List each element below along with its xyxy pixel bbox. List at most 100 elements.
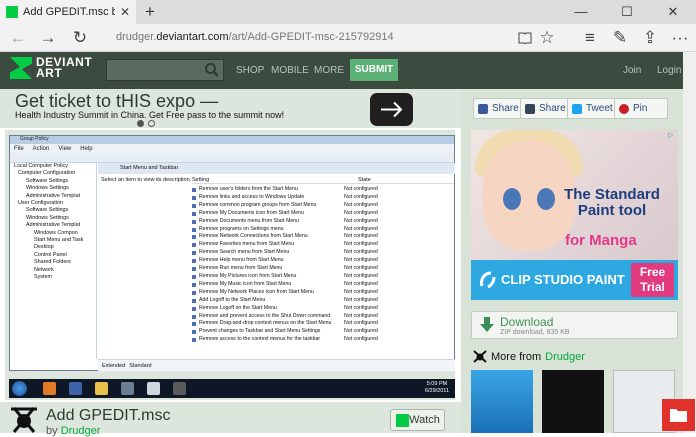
promo-next-button[interactable] [370,93,413,126]
nav-more[interactable]: MORE [314,65,344,76]
floating-action-button[interactable] [662,399,695,431]
search-input[interactable] [106,59,224,81]
hub-icon[interactable]: ≡ [576,24,604,52]
gp-setting-name: Remove Drag-and-drop context menus on th… [192,320,344,328]
pinterest-share-label: Pin [633,103,648,114]
gp-toolbar [10,153,454,163]
url-field[interactable]: drudger.deviantart.com/art/Add-GPEDIT-ms… [116,31,394,43]
deviation-title: Add GPEDIT.msc [46,407,171,424]
author-avatar[interactable] [8,406,40,435]
pinterest-share-button[interactable]: Pin [614,98,668,119]
search-icon[interactable] [204,62,220,78]
join-link[interactable]: Join [623,65,641,76]
more-from-header: More from Drudger [473,350,585,363]
gp-setting-row: Remove user's folders from the Start Men… [192,186,454,194]
related-thumbnail[interactable] [542,370,604,433]
folder-icon [670,409,687,422]
gp-setting-row: Remove My Pictures icon from Start Menu N… [192,273,454,281]
refresh-icon[interactable]: ↻ [66,24,94,52]
gp-setting-state: Not configured [344,304,378,311]
gp-column-headers: Setting State [192,177,454,184]
twitter-icon [572,103,582,114]
carousel-dot-active[interactable] [137,120,144,127]
page-scrollbar[interactable] [683,52,696,433]
related-thumbnail[interactable] [471,370,533,433]
gp-setting-name: Remove access to the context menus for t… [192,336,344,344]
more-from-author[interactable]: Drudger [545,351,585,363]
author-mini-avatar-icon [473,350,487,363]
tumblr-share-button[interactable]: Share [520,98,574,119]
download-button[interactable]: Download ZIP download, 835 KB [471,311,678,339]
gp-menu-view: View [58,145,72,152]
ad-choices-icon[interactable]: ▷ [668,132,676,140]
ie-icon [69,382,82,395]
ad-free-trial-badge: Free Trial [631,263,674,297]
gp-settings-list: Remove user's folders from the Start Men… [192,186,454,344]
gp-menu-action: Action [32,145,50,152]
gp-setting-row: Remove programs on Settings menu Not conf… [192,226,454,234]
carousel-dots [137,120,155,127]
gp-tree-item: Windows Compon [34,229,78,236]
gp-setting-row: Remove common program groups from Start … [192,202,454,210]
app-icon [173,382,186,395]
browser-tab[interactable]: Add GPEDIT.msc by Dru ✕ [0,0,136,24]
forward-arrow-icon[interactable]: → [34,24,62,52]
deviantart-logo-icon [10,57,32,79]
facebook-share-button[interactable]: Share [473,98,527,119]
close-window-button[interactable]: ✕ [650,0,696,24]
share-icon[interactable]: ⇪ [636,24,664,52]
deviation-title-bar: Add GPEDIT.msc by Drudger Watch [0,402,461,437]
gp-setting-state: Not configured [344,241,378,248]
promo-title: Get ticket to tHIS expo — [15,91,219,111]
carousel-dot[interactable] [148,120,155,127]
watch-button[interactable]: Watch [390,409,445,431]
login-link[interactable]: Login [657,65,681,76]
more-menu-icon[interactable]: ··· [666,24,694,52]
tab-title: Add GPEDIT.msc by Dru [23,6,115,18]
gp-setting-state: Not configured [344,201,378,208]
gp-setting-state: Not configured [344,186,378,192]
ad-brand-bar: CLIP STUDIO PAINT Free Trial [471,260,678,300]
gp-details-pane: Start Menu and Taskbar Select an item to… [98,163,455,359]
web-note-icon[interactable]: ✎ [606,24,634,52]
ad-trial: Trial [640,280,665,294]
gp-setting-name: Remove My Pictures icon from Start Menu [192,273,344,281]
gp-setting-state: Not configured [344,320,378,327]
firefox-icon [43,382,56,395]
author-link[interactable]: Drudger [61,425,101,437]
gp-setting-name: Remove common program groups from Start … [192,202,344,210]
more-from-label: More from [491,350,542,363]
promo-banner[interactable]: Get ticket to tHIS expo — Health Industr… [0,89,461,128]
minimize-button[interactable]: — [558,0,604,24]
nav-shop[interactable]: SHOP [236,65,264,76]
back-arrow-icon[interactable]: ← [4,24,32,52]
tab-close-icon[interactable]: ✕ [120,5,130,19]
watch-label: Watch [409,414,440,426]
gp-setting-name: Remove and prevent access to the Shut Do… [192,313,344,321]
gp-setting-name: Remove Help menu from Start Menu [192,257,344,265]
advertisement[interactable]: The Standard Paint tool for Manga CLIP ST… [471,130,678,300]
gp-setting-name: Remove Search menu from Start Menu [192,249,344,257]
ad-eye [503,188,521,210]
gp-tree-item: System [34,274,52,281]
gp-tree-item: Administrative Templat [26,192,81,199]
gp-setting-state: Not configured [344,217,378,224]
deviation-image[interactable]: Group Policy File Action View Help Local… [5,130,455,400]
gp-setting-name: Remove My Documents icon from Start Menu [192,210,344,218]
gp-setting-row: Remove My Music icon from Start Menu Not … [192,281,454,289]
logo-line-2: ART [36,66,63,80]
maximize-button[interactable]: ☐ [604,0,650,24]
taskbar-clock: 5:09 PM 6/29/2011 [425,381,449,395]
gp-setting-name: Prevent changes to Taskbar and Start Men… [192,328,344,336]
gp-tab-standard: Standard [129,362,152,369]
new-tab-button[interactable]: + [140,2,160,22]
deviantart-logo[interactable]: DEVIANT ART [10,56,92,80]
submit-button[interactable]: SUBMIT [350,59,398,81]
twitter-share-button[interactable]: Tweet [567,98,621,119]
favorite-star-icon[interactable]: ☆ [533,24,561,52]
gp-tab-extended: Extended [102,362,126,369]
nav-mobile[interactable]: MOBILE [271,65,309,76]
gp-setting-row: Remove Network Connections from Start Me… [192,233,454,241]
gp-setting-row: Remove and prevent access to the Shut Do… [192,313,454,321]
gp-setting-row: Remove Drag-and-drop context menus on th… [192,320,454,328]
